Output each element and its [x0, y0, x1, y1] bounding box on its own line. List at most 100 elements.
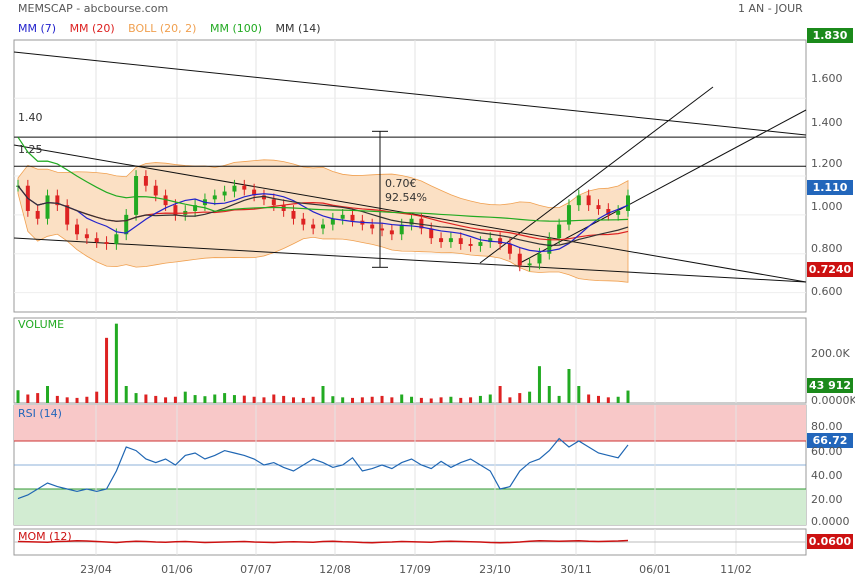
volume-bar — [508, 397, 512, 403]
indicator-legend: MM (7) MM (20) BOLL (20, 2) MM (100) MM … — [18, 22, 331, 35]
candle-body — [212, 195, 217, 200]
volume-bar — [410, 396, 414, 403]
rsi-overbought-zone — [14, 405, 806, 441]
candle-body — [586, 195, 591, 206]
volume-bar — [105, 337, 109, 403]
candle-body — [291, 210, 296, 219]
volume-bar — [164, 397, 168, 403]
annotation-value: 0.70€ — [385, 177, 417, 190]
candle-body — [124, 214, 129, 235]
x-tick: 30/11 — [560, 563, 592, 576]
price-tick: 1.600 — [811, 72, 843, 85]
volume-bar — [262, 397, 266, 403]
volume-bar — [577, 386, 581, 403]
chart-title: MEMSCAP - abcbourse.com — [18, 2, 169, 15]
candle-body — [507, 244, 512, 254]
volume-bar — [183, 391, 187, 403]
candle-body — [321, 224, 325, 229]
candle-body — [370, 224, 375, 229]
candle-body — [84, 234, 89, 239]
volume-bar — [282, 395, 286, 403]
candle-body — [134, 176, 139, 215]
volume-bar — [311, 396, 315, 403]
volume-bar — [154, 395, 158, 403]
volume-bar — [291, 397, 295, 403]
price-tick: 1.400 — [811, 116, 843, 129]
mom-badge: 0.0600 — [807, 534, 853, 549]
volume-bar — [360, 397, 364, 403]
volume-bar — [272, 394, 276, 403]
rsi-tick: 20.00 — [811, 493, 843, 506]
candle-body — [301, 218, 306, 225]
candle-body — [626, 195, 630, 211]
price-tick: 1.000 — [811, 200, 843, 213]
volume-bar — [469, 397, 473, 403]
candle-body — [114, 234, 119, 244]
volume-bar — [46, 386, 50, 403]
volume-bar — [75, 397, 79, 403]
volume-bar — [537, 366, 541, 403]
candle-body — [380, 228, 385, 231]
volume-bar — [478, 395, 482, 403]
legend-mm14: MM (14) — [275, 22, 321, 35]
volume-bar — [419, 397, 423, 403]
mom-panel-label: MOM (12) — [18, 530, 72, 543]
x-tick: 06/01 — [639, 563, 671, 576]
candle-body — [143, 176, 148, 186]
volume-bar — [587, 394, 591, 403]
candle-body — [429, 228, 434, 239]
volume-panel — [13, 317, 807, 404]
volume-bar — [429, 398, 433, 403]
candle-body — [330, 218, 335, 225]
candle-body — [576, 195, 581, 206]
candle-body — [557, 224, 562, 239]
candle-body — [232, 185, 237, 192]
volume-bar — [459, 397, 463, 403]
volume-bar — [55, 395, 59, 403]
candle-body — [537, 253, 542, 264]
volume-bar — [390, 397, 394, 403]
rsi-tick: 80.00 — [811, 420, 843, 433]
x-tick: 11/02 — [720, 563, 752, 576]
volume-bar — [449, 396, 453, 403]
volume-bar — [439, 397, 443, 403]
legend-mm20: MM (20) — [69, 22, 115, 35]
volume-bar — [95, 391, 99, 403]
candle-body — [616, 210, 621, 215]
volume-tick: 0.0000K — [811, 394, 855, 407]
volume-bar — [400, 394, 404, 403]
volume-bar — [606, 397, 610, 403]
volume-bar — [380, 395, 384, 403]
price-tick: 0.600 — [811, 285, 843, 298]
volume-panel-label: VOLUME — [18, 318, 65, 331]
candle-body — [498, 238, 503, 244]
volume-bar — [331, 396, 335, 403]
period-label: 1 AN - JOUR — [738, 2, 803, 15]
volume-bar — [547, 386, 551, 403]
volume-bar — [114, 323, 118, 403]
candle-body — [311, 224, 316, 229]
candle-body — [566, 205, 571, 225]
x-tick: 23/10 — [479, 563, 511, 576]
volume-bar — [36, 393, 40, 403]
candle-body — [75, 224, 80, 235]
volume-bar — [528, 391, 532, 403]
candle-body — [478, 242, 483, 246]
candle-body — [104, 242, 109, 244]
x-tick: 17/09 — [399, 563, 431, 576]
volume-bar — [26, 394, 30, 403]
volume-bar — [321, 386, 325, 403]
candle-body — [35, 210, 40, 219]
candle-body — [389, 230, 394, 235]
volume-bar — [124, 386, 128, 403]
volume-bar — [65, 397, 69, 403]
volume-bar — [232, 395, 236, 403]
legend-mm100: MM (100) — [209, 22, 263, 35]
volume-bar — [567, 369, 571, 403]
candle-body — [596, 205, 601, 210]
rsi-panel-label: RSI (14) — [18, 407, 62, 420]
volume-bar — [498, 386, 502, 403]
candle-body — [222, 191, 227, 196]
volume-bar — [173, 396, 177, 403]
candle-body — [242, 185, 247, 190]
